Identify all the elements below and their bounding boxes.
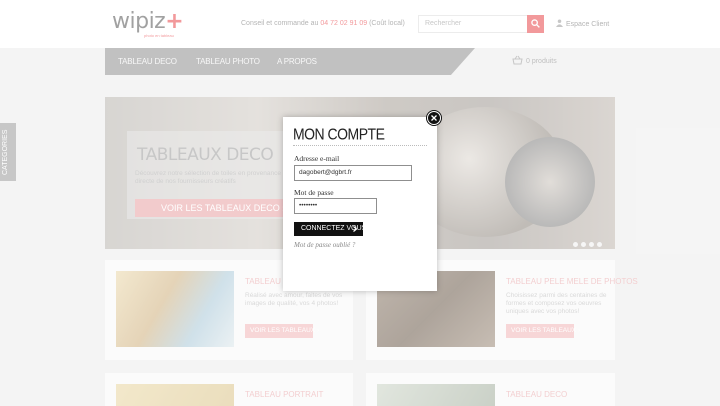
email-field[interactable]: dagobert@dgbrt.fr [294, 165, 412, 181]
password-field[interactable]: •••••••• [294, 198, 377, 214]
close-button[interactable] [427, 111, 441, 125]
password-label: Mot de passe [294, 188, 334, 197]
modal-divider [293, 145, 427, 146]
chevron-right-icon [353, 226, 357, 232]
forgot-password-link[interactable]: Mot de passe oublié ? [294, 241, 355, 249]
close-icon [431, 115, 437, 121]
connect-button[interactable]: CONNECTEZ VOUS [294, 222, 366, 236]
modal-title: MON COMPTE [293, 125, 385, 143]
account-modal: MON COMPTE Adresse e-mail dagobert@dgbrt… [283, 117, 437, 291]
email-label: Adresse e-mail [294, 154, 340, 163]
